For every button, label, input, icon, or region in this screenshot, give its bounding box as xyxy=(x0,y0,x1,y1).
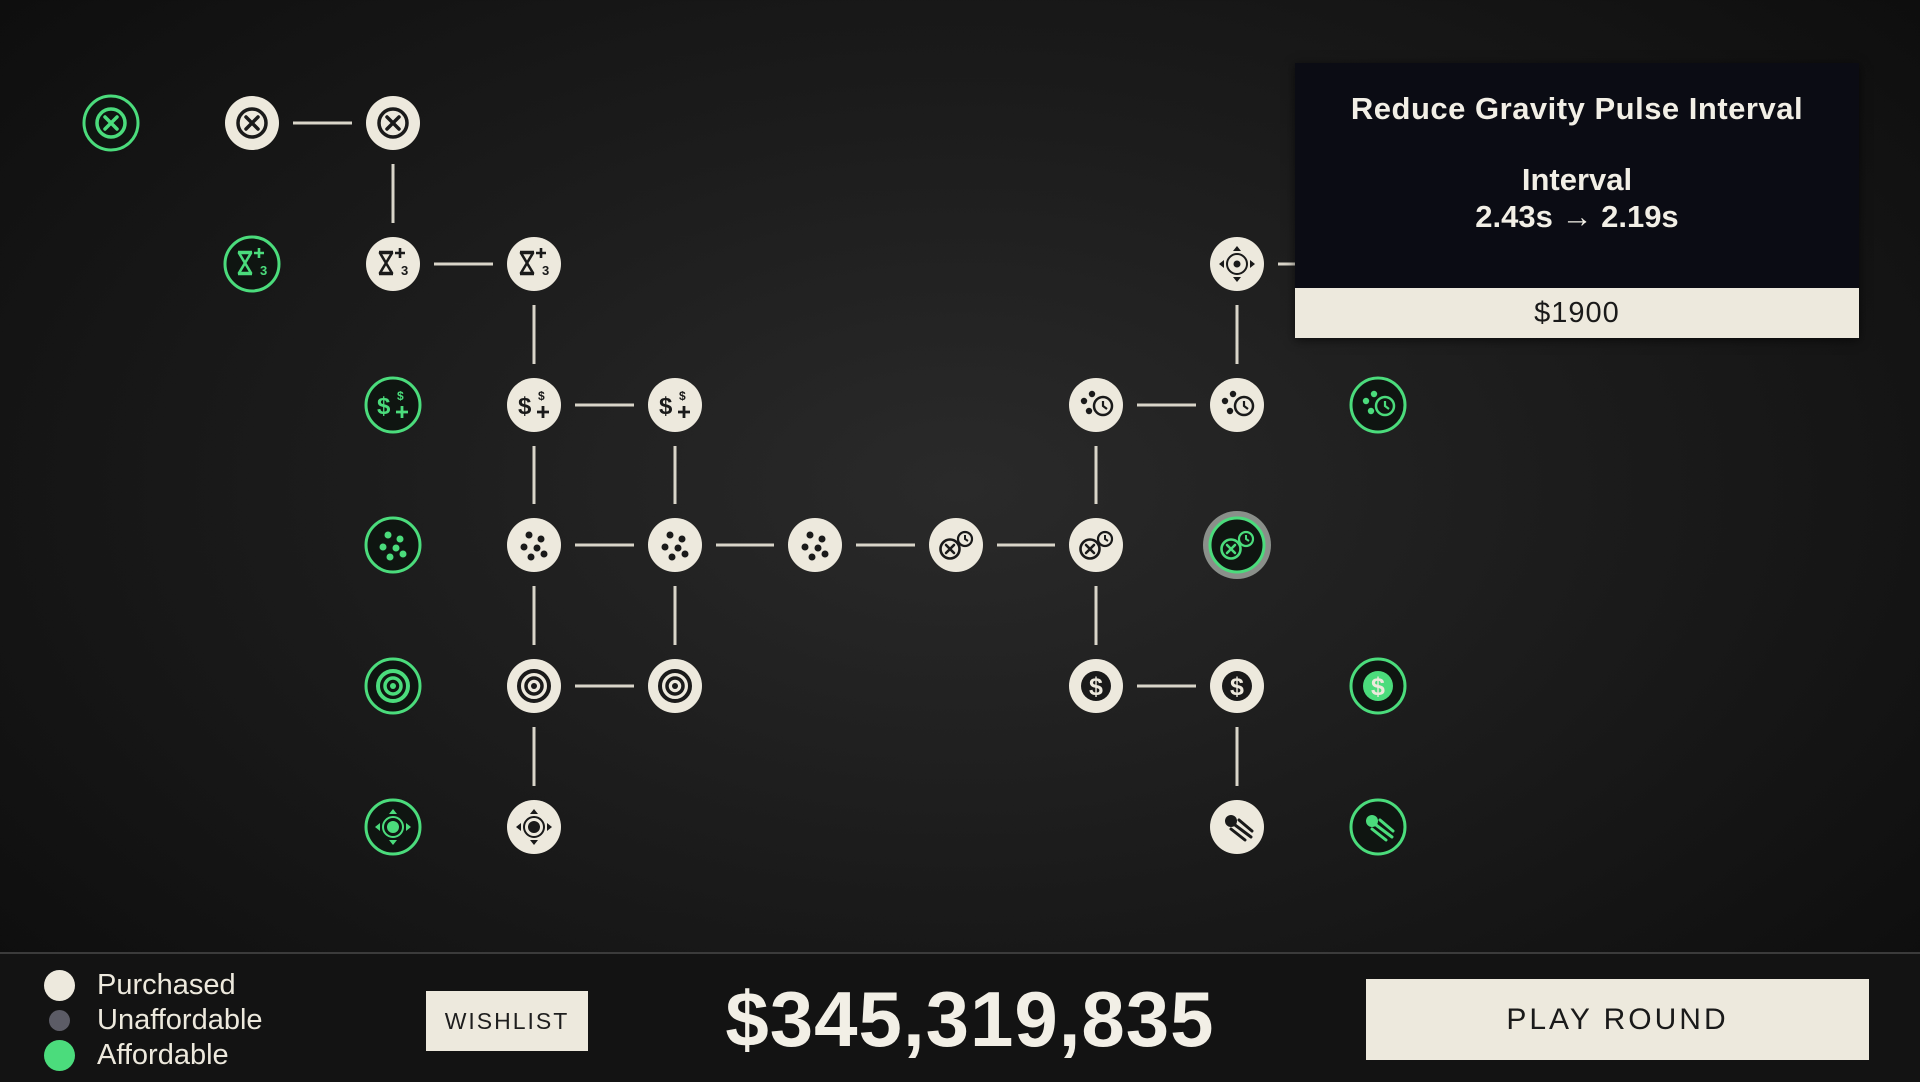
tooltip-cost: $1900 xyxy=(1295,288,1859,338)
upgrade-node-dots[interactable] xyxy=(788,518,842,572)
skill-tree-links xyxy=(293,121,1295,786)
node-circle xyxy=(366,237,420,291)
upgrade-node-money-plus[interactable] xyxy=(507,378,561,432)
purchased-dot-icon xyxy=(44,969,75,1001)
upgrade-node-gravity-move[interactable] xyxy=(1210,237,1264,291)
upgrade-node-dots[interactable] xyxy=(507,518,561,572)
upgrade-node-gravity-ring[interactable] xyxy=(507,659,561,713)
upgrade-node-dots[interactable] xyxy=(648,518,702,572)
upgrade-node-gravity-ring[interactable] xyxy=(364,657,422,715)
node-circle xyxy=(1069,378,1123,432)
upgrade-node-bomb[interactable] xyxy=(366,96,420,150)
upgrade-node-money-plus[interactable] xyxy=(648,378,702,432)
upgrade-node-bomb-clock[interactable] xyxy=(1203,511,1271,579)
node-circle xyxy=(507,237,561,291)
legend-label: Purchased xyxy=(97,968,236,1001)
upgrade-node-dollar[interactable] xyxy=(1349,657,1407,715)
node-circle xyxy=(1069,518,1123,572)
node-circle xyxy=(1208,516,1266,574)
node-circle xyxy=(364,376,422,434)
legend-unaffordable: Unaffordable xyxy=(44,1003,263,1037)
tooltip-stat-values: 2.43s → 2.19s xyxy=(1475,199,1679,234)
bottom-bar: Purchased Unaffordable Affordable WISHLI… xyxy=(0,952,1920,1082)
upgrade-node-dollar[interactable] xyxy=(1210,659,1264,713)
play-round-button[interactable]: PLAY ROUND xyxy=(1366,979,1869,1060)
unaffordable-dot-icon xyxy=(49,1009,70,1031)
upgrade-tooltip: Reduce Gravity Pulse Interval Interval 2… xyxy=(1295,63,1859,338)
upgrade-node-hourglass-plus[interactable] xyxy=(223,235,281,293)
legend-purchased: Purchased xyxy=(44,968,236,1002)
upgrade-node-bomb[interactable] xyxy=(82,94,140,152)
upgrade-node-orbs-clock[interactable] xyxy=(1210,378,1264,432)
node-circle xyxy=(929,518,983,572)
upgrade-node-bomb-clock[interactable] xyxy=(1069,518,1123,572)
node-circle xyxy=(1210,378,1264,432)
tooltip-title: Reduce Gravity Pulse Interval xyxy=(1350,91,1804,126)
node-circle xyxy=(507,518,561,572)
node-circle xyxy=(788,518,842,572)
legend-affordable: Affordable xyxy=(44,1038,229,1072)
dollar-icon xyxy=(1363,671,1393,701)
upgrade-node-dollar[interactable] xyxy=(1069,659,1123,713)
dollar-icon xyxy=(1222,671,1252,701)
upgrade-node-comet[interactable] xyxy=(1349,798,1407,856)
upgrade-node-gravity-ring[interactable] xyxy=(648,659,702,713)
upgrade-node-gravity-range[interactable] xyxy=(364,798,422,856)
upgrade-node-money-plus[interactable] xyxy=(364,376,422,434)
upgrade-node-gravity-range[interactable] xyxy=(507,800,561,854)
legend-label: Unaffordable xyxy=(97,1003,263,1036)
money-counter: $345,319,835 xyxy=(725,975,1215,1063)
node-circle xyxy=(223,235,281,293)
upgrade-node-orbs-clock[interactable] xyxy=(1349,376,1407,434)
node-circle xyxy=(648,378,702,432)
upgrade-node-bomb[interactable] xyxy=(225,96,279,150)
upgrade-node-comet[interactable] xyxy=(1210,800,1264,854)
wishlist-button[interactable]: WISHLIST xyxy=(426,991,588,1051)
dollar-icon xyxy=(1081,671,1111,701)
upgrade-node-hourglass-plus[interactable] xyxy=(366,237,420,291)
legend-label: Affordable xyxy=(97,1038,229,1071)
node-circle xyxy=(648,518,702,572)
upgrade-node-dots[interactable] xyxy=(364,516,422,574)
upgrade-node-orbs-clock[interactable] xyxy=(1069,378,1123,432)
affordable-dot-icon xyxy=(44,1039,75,1071)
upgrade-node-hourglass-plus[interactable] xyxy=(507,237,561,291)
node-circle xyxy=(364,516,422,574)
upgrade-node-bomb-clock[interactable] xyxy=(929,518,983,572)
node-circle xyxy=(507,378,561,432)
skill-tree-nodes xyxy=(82,94,1407,856)
node-circle xyxy=(1349,376,1407,434)
tooltip-stat-label: Interval xyxy=(1521,162,1633,197)
